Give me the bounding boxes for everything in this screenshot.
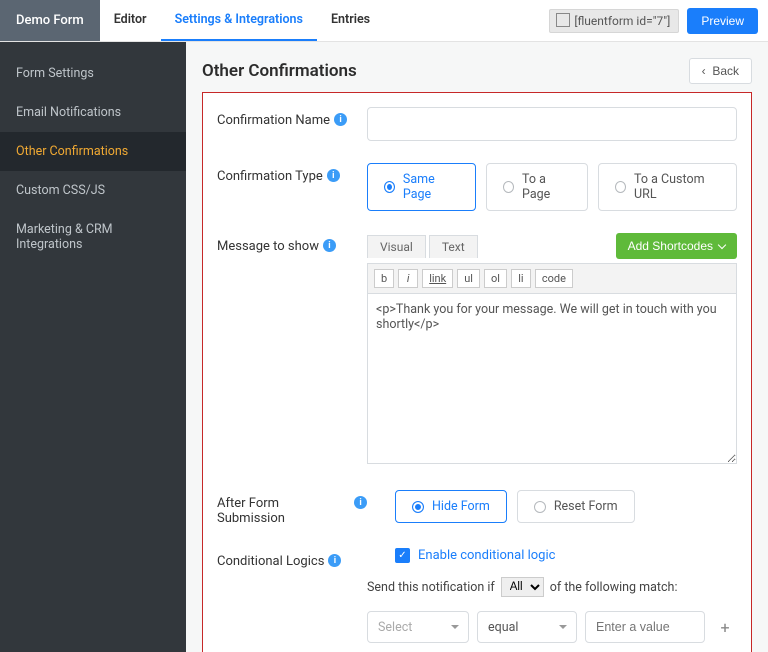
confirmation-name-input[interactable] [367,107,737,141]
sidebar-item-marketing-crm[interactable]: Marketing & CRM Integrations [0,210,186,264]
chevron-left-icon: ‹ [702,64,706,78]
add-shortcodes-button[interactable]: Add Shortcodes [616,233,737,259]
page-title: Other Confirmations [202,61,357,81]
toolbar-ol[interactable]: ol [484,269,507,288]
toolbar-bold[interactable]: b [374,269,394,288]
info-icon[interactable]: i [328,554,341,567]
sidebar-item-email-notifications[interactable]: Email Notifications [0,93,186,132]
rule-value-input[interactable] [585,611,705,643]
copy-icon [558,15,570,27]
after-submission-label: After Form Submission i [217,490,367,526]
editor-tab-text[interactable]: Text [429,235,478,258]
radio-icon [384,181,395,193]
conditional-rule-row: Select equal + [367,611,737,643]
after-submission-options: Hide Form Reset Form [395,490,737,523]
message-textarea[interactable]: <p>Thank you for your message. We will g… [367,294,737,464]
toolbar-ul[interactable]: ul [457,269,480,288]
confirmation-name-label: Confirmation Name i [217,107,367,141]
add-rule-button[interactable]: + [713,615,737,639]
radio-icon [615,181,626,193]
conditional-sentence: Send this notification if All of the fol… [367,577,737,597]
confirmation-form: Confirmation Name i Confirmation Type i … [202,92,752,652]
info-icon[interactable]: i [334,113,347,126]
enable-conditional-label: Enable conditional logic [418,548,555,563]
confirmation-type-label: Confirmation Type i [217,163,367,211]
top-tabs: Editor Settings & Integrations Entries [100,0,384,41]
tab-editor[interactable]: Editor [100,0,161,41]
sidebar-item-other-confirmations[interactable]: Other Confirmations [0,132,186,171]
message-editor: Visual Text Add Shortcodes b i link [367,233,737,468]
preview-button[interactable]: Preview [687,8,758,34]
editor-toolbar: b i link ul ol li code [367,263,737,294]
conditional-scope-select[interactable]: All [501,577,544,597]
sidebar-item-form-settings[interactable]: Form Settings [0,54,186,93]
radio-icon [503,181,514,193]
settings-sidebar: Form Settings Email Notifications Other … [0,42,186,652]
tab-entries[interactable]: Entries [317,0,384,41]
toolbar-italic[interactable]: i [398,269,418,288]
sidebar-item-custom-css-js[interactable]: Custom CSS/JS [0,171,186,210]
top-bar: Demo Form Editor Settings & Integrations… [0,0,768,42]
enable-conditional-row[interactable]: ✓ Enable conditional logic [395,548,737,563]
toolbar-link[interactable]: link [422,269,453,288]
conditional-label: Conditional Logics i [217,548,367,643]
rule-field-select[interactable]: Select [367,611,469,643]
info-icon[interactable]: i [327,169,340,182]
confirmation-type-same-page[interactable]: Same Page [367,163,476,211]
toolbar-code[interactable]: code [535,269,573,288]
back-button[interactable]: ‹ Back [689,58,752,84]
confirmation-type-to-page[interactable]: To a Page [486,163,588,211]
radio-icon [534,501,546,513]
confirmation-type-custom-url[interactable]: To a Custom URL [598,163,737,211]
shortcode-display[interactable]: [fluentform id="7"] [549,9,679,33]
checkbox-checked-icon: ✓ [395,548,410,563]
tab-settings[interactable]: Settings & Integrations [161,0,317,41]
form-title: Demo Form [0,0,100,41]
toolbar-li[interactable]: li [511,269,531,288]
confirmation-type-options: Same Page To a Page To a Custom URL [367,163,737,211]
shortcode-text: [fluentform id="7"] [574,14,670,28]
rule-operator-select[interactable]: equal [477,611,577,643]
info-icon[interactable]: i [354,496,367,509]
page-header: Other Confirmations ‹ Back [202,58,752,84]
info-icon[interactable]: i [323,239,336,252]
message-label: Message to show i [217,233,367,468]
chevron-down-icon [718,240,726,248]
after-submission-hide[interactable]: Hide Form [395,490,507,523]
radio-icon [412,501,424,513]
editor-tab-visual[interactable]: Visual [367,235,426,258]
content-area: Other Confirmations ‹ Back Confirmation … [186,42,768,652]
after-submission-reset[interactable]: Reset Form [517,490,635,523]
